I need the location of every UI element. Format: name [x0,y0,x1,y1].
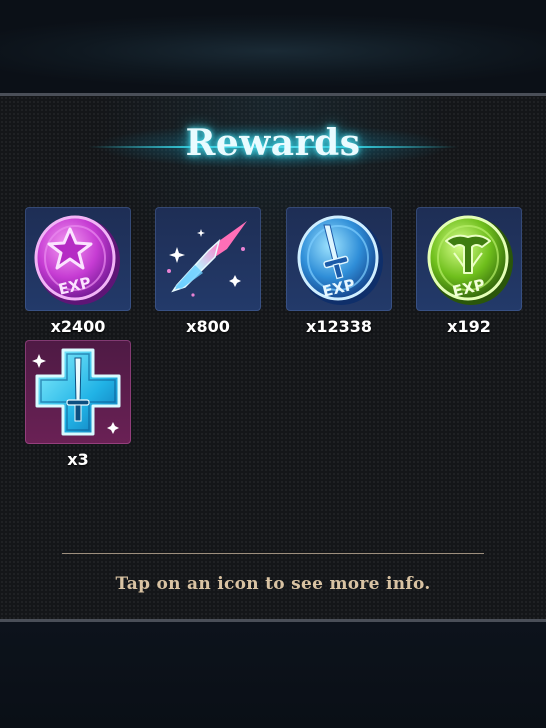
green-emblem-exp-coin-icon: EXP [427,215,513,305]
reward-count: x2400 [50,317,106,336]
top-background [0,0,546,93]
reward-tile[interactable] [155,207,261,311]
reward-item[interactable]: EXP x12338 [286,207,392,336]
reward-count: x12338 [306,317,372,336]
reward-item[interactable]: EXP x192 [416,207,522,336]
reward-tile[interactable]: EXP [25,207,131,311]
reward-tile[interactable]: EXP [416,207,522,311]
reward-count: x3 [67,450,89,469]
info-hint: Tap on an icon to see more info. [115,574,431,594]
blue-cross-sword-icon [32,348,121,436]
reward-count: x800 [186,317,230,336]
purple-star-exp-coin-icon: EXP [34,215,120,305]
divider [62,553,484,554]
reward-tile[interactable] [25,340,131,444]
panel-title: Rewards [185,122,361,164]
reward-item[interactable]: EXP x2400 [25,207,131,336]
crystal-shard-icon [167,221,247,297]
reward-count: x192 [447,317,491,336]
reward-item[interactable]: x3 [25,340,131,469]
reward-item[interactable]: x800 [155,207,261,336]
blue-sword-exp-coin-icon: EXP [297,215,383,305]
bottom-background [0,622,546,728]
reward-tile[interactable]: EXP [286,207,392,311]
